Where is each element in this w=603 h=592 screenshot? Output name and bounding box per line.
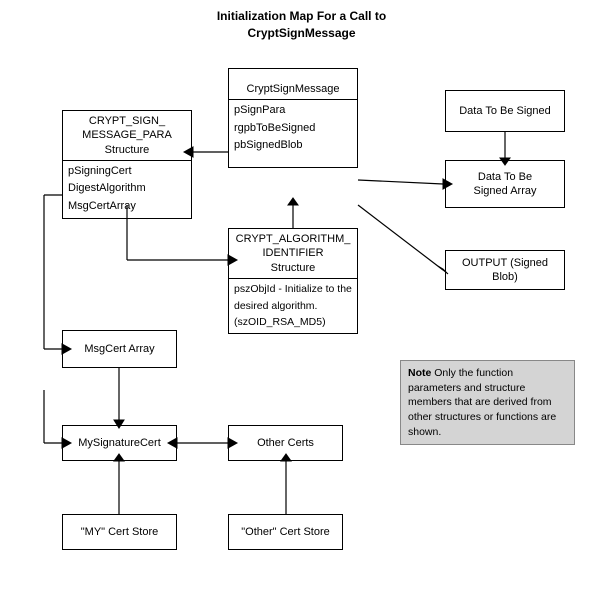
my-signature-cert-label: MySignatureCert <box>78 436 161 450</box>
field-MsgCertArray: MsgCertArray <box>68 198 186 216</box>
msg-cert-array-label: MsgCert Array <box>84 342 154 356</box>
crypt-sign-para-body: pSigningCert DigestAlgorithm MsgCertArra… <box>63 161 191 218</box>
msg-cert-array-box: MsgCert Array <box>62 330 177 368</box>
my-cert-store-box: "MY" Cert Store <box>62 514 177 550</box>
data-to-be-signed-array-box: Data To BeSigned Array <box>445 160 565 208</box>
field-pSigningCert: pSigningCert <box>68 163 186 181</box>
crypt-sign-message-body: pSignPara rgpbToBeSigned pbSignedBlob <box>229 100 357 157</box>
field-rgpbToBeSigned: rgpbToBeSigned <box>234 120 352 138</box>
field-pbSignedBlob: pbSignedBlob <box>234 137 352 155</box>
my-cert-store-label: "MY" Cert Store <box>81 525 159 539</box>
data-to-be-signed-box: Data To Be Signed <box>445 90 565 132</box>
crypt-sign-message-header: CryptSignMessage <box>229 79 357 100</box>
field-DigestAlgorithm: DigestAlgorithm <box>68 180 186 198</box>
data-to-be-signed-label: Data To Be Signed <box>459 104 551 118</box>
diagram-title: Initialization Map For a Call to CryptSi… <box>0 0 603 46</box>
other-certs-label: Other Certs <box>257 436 314 450</box>
crypt-sign-message-box: CryptSignMessage pSignPara rgpbToBeSigne… <box>228 68 358 168</box>
my-signature-cert-box: MySignatureCert <box>62 425 177 461</box>
field-pSignPara: pSignPara <box>234 102 352 120</box>
crypt-sign-para-box: CRYPT_SIGN_MESSAGE_PARAStructure pSignin… <box>62 110 192 219</box>
output-label: OUTPUT (Signed Blob) <box>451 256 559 285</box>
crypt-algo-id-body: pszObjId - Initialize to the desired alg… <box>229 279 357 333</box>
crypt-algo-id-box: CRYPT_ALGORITHM_IDENTIFIERStructure pszO… <box>228 228 358 334</box>
note-box: Note Only the function parameters and st… <box>400 360 575 445</box>
data-to-be-signed-array-label: Data To BeSigned Array <box>474 170 537 199</box>
crypt-algo-id-header: CRYPT_ALGORITHM_IDENTIFIERStructure <box>229 229 357 279</box>
output-box: OUTPUT (Signed Blob) <box>445 250 565 290</box>
other-cert-store-box: "Other" Cert Store <box>228 514 343 550</box>
other-cert-store-label: "Other" Cert Store <box>241 525 330 539</box>
note-bold: Note <box>408 367 431 379</box>
note-text: Only the function parameters and structu… <box>408 367 556 438</box>
crypt-sign-para-header: CRYPT_SIGN_MESSAGE_PARAStructure <box>63 111 191 161</box>
other-certs-box: Other Certs <box>228 425 343 461</box>
